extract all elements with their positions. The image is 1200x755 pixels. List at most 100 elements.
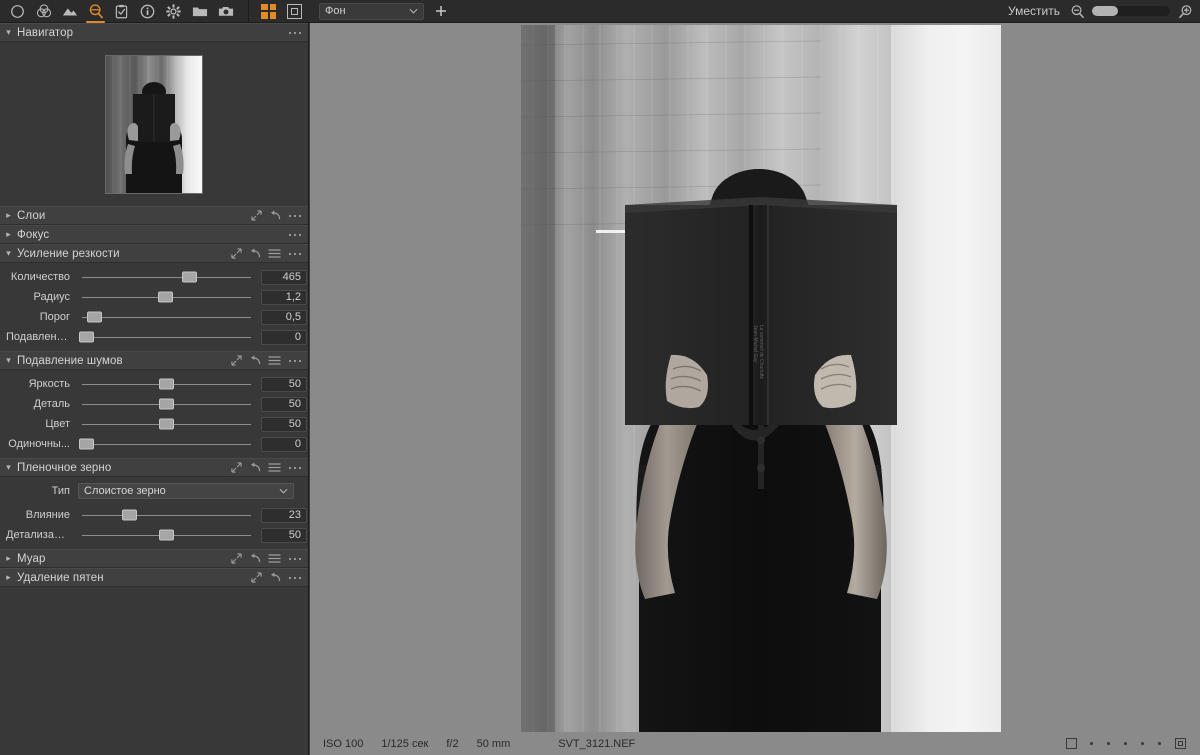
- chevron-expanded-icon[interactable]: ▾: [4, 27, 13, 38]
- rating-dot[interactable]: [1124, 742, 1127, 745]
- slider-threshold[interactable]: [78, 307, 255, 327]
- expand-icon[interactable]: [231, 355, 242, 366]
- slider-knob[interactable]: [159, 529, 174, 541]
- add-layer-icon[interactable]: [430, 0, 452, 23]
- gear-icon[interactable]: [162, 0, 185, 23]
- section-header-sharpening[interactable]: ▾ Усиление резкости: [0, 244, 308, 263]
- reset-icon[interactable]: [269, 572, 281, 583]
- reset-icon[interactable]: [249, 462, 261, 473]
- slider-knob[interactable]: [158, 291, 173, 303]
- chevron-expanded-icon[interactable]: ▾: [4, 355, 13, 366]
- expand-icon[interactable]: [251, 210, 262, 221]
- slider-value[interactable]: 50: [261, 416, 307, 432]
- slider-value[interactable]: 1,2: [261, 289, 307, 305]
- chevron-collapsed-icon[interactable]: ▸: [4, 229, 13, 240]
- rating-dot[interactable]: [1090, 742, 1093, 745]
- slider-knob[interactable]: [122, 509, 137, 521]
- folder-icon[interactable]: [188, 0, 211, 23]
- slider-knob[interactable]: [159, 398, 174, 410]
- ellipsis-icon[interactable]: [288, 466, 302, 470]
- grid-view-icon[interactable]: [257, 0, 280, 23]
- ellipsis-icon[interactable]: [288, 252, 302, 256]
- section-header-layers[interactable]: ▸ Слои: [0, 206, 308, 225]
- menu-icon[interactable]: [268, 356, 281, 365]
- slider-value[interactable]: 0: [261, 329, 307, 345]
- clipboard-check-icon[interactable]: [110, 0, 133, 23]
- chevron-expanded-icon[interactable]: ▾: [4, 462, 13, 473]
- slider-knob[interactable]: [79, 331, 94, 343]
- slider-value[interactable]: 0,5: [261, 309, 307, 325]
- slider-value[interactable]: 50: [261, 396, 307, 412]
- grain-type-select[interactable]: Слоистое зерно: [78, 483, 294, 499]
- circle-tool-icon[interactable]: [6, 0, 29, 23]
- reset-icon[interactable]: [249, 553, 261, 564]
- camera-icon[interactable]: [214, 0, 237, 23]
- section-header-moire[interactable]: ▸ Муар: [0, 549, 308, 568]
- crop-square-icon[interactable]: [1066, 738, 1077, 749]
- ellipsis-icon[interactable]: [288, 214, 302, 218]
- grid-overlay-icon[interactable]: [1175, 738, 1186, 749]
- slider-knob[interactable]: [79, 438, 94, 450]
- color-balance-icon[interactable]: [32, 0, 55, 23]
- section-header-grain[interactable]: ▾ Пленочное зерно: [0, 458, 308, 477]
- reset-icon[interactable]: [269, 210, 281, 221]
- rating-dot[interactable]: [1141, 742, 1144, 745]
- fit-label[interactable]: Уместить: [1008, 4, 1060, 18]
- reset-icon[interactable]: [249, 248, 261, 259]
- slider-value[interactable]: 23: [261, 507, 307, 523]
- slider-knob[interactable]: [87, 311, 102, 323]
- chevron-collapsed-icon[interactable]: ▸: [4, 210, 13, 221]
- expand-icon[interactable]: [251, 572, 262, 583]
- navigator-body[interactable]: [0, 42, 308, 206]
- section-header-spot-removal[interactable]: ▸ Удаление пятен: [0, 568, 308, 587]
- expand-icon[interactable]: [231, 248, 242, 259]
- layer-select[interactable]: Фон: [319, 2, 424, 20]
- slider-impact[interactable]: [78, 505, 255, 525]
- slider-value[interactable]: 0: [261, 436, 307, 452]
- chevron-expanded-icon[interactable]: ▾: [4, 248, 13, 259]
- menu-icon[interactable]: [268, 554, 281, 563]
- menu-icon[interactable]: [268, 463, 281, 472]
- slider-value[interactable]: 50: [261, 376, 307, 392]
- zoom-slider-knob[interactable]: [1092, 6, 1118, 16]
- ellipsis-icon[interactable]: [288, 576, 302, 580]
- ellipsis-icon[interactable]: [288, 31, 302, 35]
- photo-canvas[interactable]: Le sommeil de Charlotte Jean-Michel Gay: [521, 25, 1001, 734]
- slider-value[interactable]: 465: [261, 269, 307, 285]
- single-view-icon[interactable]: [283, 0, 306, 23]
- expand-icon[interactable]: [231, 462, 242, 473]
- zoom-slider[interactable]: [1092, 6, 1170, 16]
- zoom-out-icon[interactable]: [1068, 2, 1086, 20]
- rating-dot[interactable]: [1158, 742, 1161, 745]
- ellipsis-icon[interactable]: [288, 359, 302, 363]
- zoom-in-icon[interactable]: [1176, 2, 1194, 20]
- slider-color[interactable]: [78, 414, 255, 434]
- chevron-collapsed-icon[interactable]: ▸: [4, 572, 13, 583]
- section-header-focus[interactable]: ▸ Фокус: [0, 225, 308, 244]
- magnifier-detail-icon[interactable]: [84, 0, 107, 23]
- ellipsis-icon[interactable]: [288, 557, 302, 561]
- slider-amount[interactable]: [78, 267, 255, 287]
- ellipsis-icon[interactable]: [288, 233, 302, 237]
- reset-icon[interactable]: [249, 355, 261, 366]
- slider-radius[interactable]: [78, 287, 255, 307]
- section-header-navigator[interactable]: ▾ Навигатор: [0, 23, 308, 42]
- landscape-icon[interactable]: [58, 0, 81, 23]
- expand-icon[interactable]: [231, 553, 242, 564]
- rating-dot[interactable]: [1107, 742, 1110, 745]
- slider-detail[interactable]: [78, 394, 255, 414]
- menu-icon[interactable]: [268, 249, 281, 258]
- section-header-noise[interactable]: ▾ Подавление шумов: [0, 351, 308, 370]
- chevron-collapsed-icon[interactable]: ▸: [4, 553, 13, 564]
- image-viewer[interactable]: Le sommeil de Charlotte Jean-Michel Gay: [310, 23, 1200, 755]
- info-icon[interactable]: [136, 0, 159, 23]
- slider-single-pixel[interactable]: [78, 434, 255, 454]
- slider-value[interactable]: 50: [261, 527, 307, 543]
- slider-knob[interactable]: [159, 378, 174, 390]
- slider-knob[interactable]: [182, 271, 197, 283]
- slider-granularity[interactable]: [78, 525, 255, 545]
- navigator-thumbnail[interactable]: [105, 54, 203, 194]
- slider-halo-suppression[interactable]: [78, 327, 255, 347]
- slider-luminance[interactable]: [78, 374, 255, 394]
- slider-knob[interactable]: [159, 418, 174, 430]
